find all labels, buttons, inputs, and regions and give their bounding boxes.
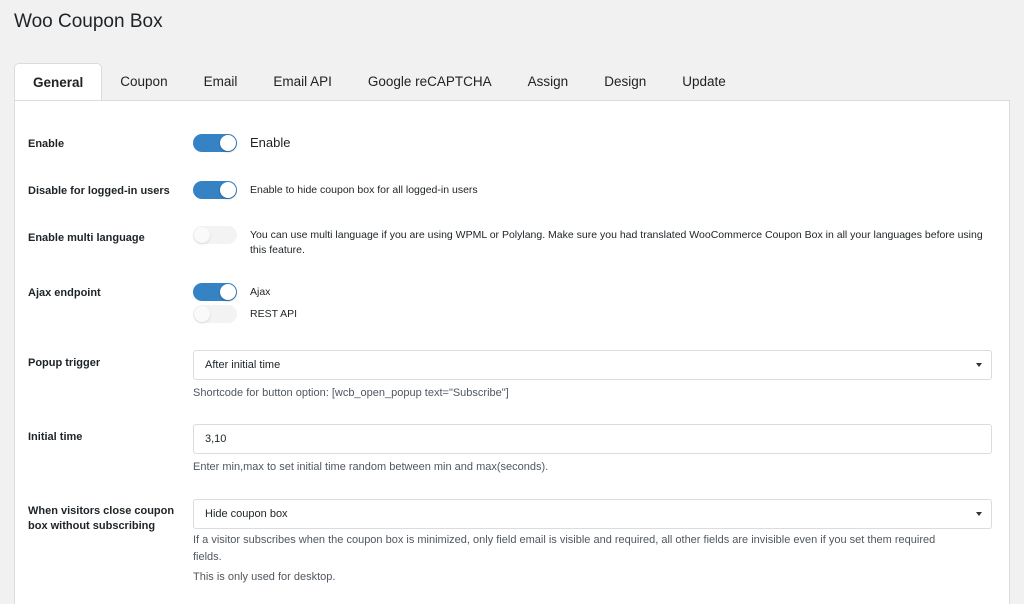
tab-assign[interactable]: Assign bbox=[510, 63, 587, 101]
chevron-down-icon bbox=[976, 363, 982, 367]
rest-api-toggle[interactable] bbox=[193, 305, 237, 323]
popup-trigger-label: Popup trigger bbox=[28, 357, 101, 369]
ajax-option-label: Ajax bbox=[250, 286, 271, 298]
ajax-endpoint-label: Ajax endpoint bbox=[28, 287, 101, 299]
toggle-knob bbox=[194, 227, 210, 243]
initial-time-label: Initial time bbox=[28, 431, 83, 443]
popup-trigger-value: After initial time bbox=[205, 359, 281, 371]
tab-design[interactable]: Design bbox=[586, 63, 664, 101]
close-behavior-help-line2: fields. bbox=[193, 551, 222, 563]
disable-logged-in-toggle[interactable] bbox=[193, 181, 237, 199]
disable-logged-in-label: Disable for logged-in users bbox=[28, 185, 170, 197]
tab-update[interactable]: Update bbox=[664, 63, 744, 101]
tab-coupon[interactable]: Coupon bbox=[102, 63, 185, 101]
close-behavior-label: When visitors close coupon box without s… bbox=[28, 504, 178, 534]
tab-email[interactable]: Email bbox=[186, 63, 256, 101]
tab-bar: General Coupon Email Email API Google re… bbox=[14, 63, 744, 101]
toggle-knob bbox=[194, 306, 210, 322]
settings-panel: Enable Enable Disable for logged-in user… bbox=[14, 100, 1010, 604]
close-behavior-label-line2: box without subscribing bbox=[28, 520, 156, 532]
rest-api-option-label: REST API bbox=[250, 308, 298, 320]
disable-logged-in-description: Enable to hide coupon box for all logged… bbox=[250, 184, 478, 196]
multi-language-label: Enable multi language bbox=[28, 232, 145, 244]
multi-language-description-line1: You can use multi language if you are us… bbox=[250, 229, 983, 241]
chevron-down-icon bbox=[976, 512, 982, 516]
multi-language-description: You can use multi language if you are us… bbox=[250, 228, 1000, 258]
close-behavior-value: Hide coupon box bbox=[205, 508, 288, 520]
initial-time-input[interactable]: 3,10 bbox=[193, 424, 992, 454]
close-behavior-help: If a visitor subscribes when the coupon … bbox=[193, 532, 983, 586]
tab-google-recaptcha[interactable]: Google reCAPTCHA bbox=[350, 63, 510, 101]
multi-language-toggle[interactable] bbox=[193, 226, 237, 244]
tab-email-api[interactable]: Email API bbox=[255, 63, 350, 101]
popup-trigger-select[interactable]: After initial time bbox=[193, 350, 992, 380]
close-behavior-select[interactable]: Hide coupon box bbox=[193, 499, 992, 529]
close-behavior-help-line3: This is only used for desktop. bbox=[193, 571, 336, 583]
enable-toggle[interactable] bbox=[193, 134, 237, 152]
toggle-knob bbox=[220, 284, 236, 300]
page-title: Woo Coupon Box bbox=[14, 11, 163, 32]
ajax-toggle[interactable] bbox=[193, 283, 237, 301]
multi-language-description-line2: this feature. bbox=[250, 244, 305, 256]
enable-description: Enable bbox=[250, 135, 291, 150]
close-behavior-label-line1: When visitors close coupon bbox=[28, 505, 175, 517]
close-behavior-help-line1: If a visitor subscribes when the coupon … bbox=[193, 534, 936, 546]
toggle-knob bbox=[220, 135, 236, 151]
enable-label: Enable bbox=[28, 138, 65, 150]
tab-general[interactable]: General bbox=[14, 63, 103, 101]
popup-trigger-help: Shortcode for button option: [wcb_open_p… bbox=[193, 387, 509, 399]
initial-time-help: Enter min,max to set initial time random… bbox=[193, 461, 549, 473]
toggle-knob bbox=[220, 182, 236, 198]
